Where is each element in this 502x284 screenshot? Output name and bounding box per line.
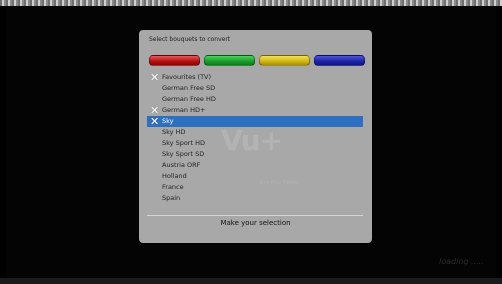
bouquet-row[interactable]: ✕ Favourites (TV) xyxy=(147,72,363,83)
bouquet-row[interactable]: Austria ORF xyxy=(147,160,363,171)
bouquet-selection-dialog: Select bouquets to convert Vu+ Vu+ Plus … xyxy=(139,30,372,243)
bouquet-label: Sky Sport HD xyxy=(162,139,205,147)
loading-status: loading ..... xyxy=(439,257,484,266)
bouquet-row[interactable]: Sky HD xyxy=(147,127,363,138)
bouquet-row[interactable]: German Free SD xyxy=(147,83,363,94)
bouquet-label: Sky Sport SD xyxy=(162,150,205,158)
bouquet-row[interactable]: ✕ German HD+ xyxy=(147,105,363,116)
footer-hint: Make your selection xyxy=(220,219,291,227)
dialog-title: Select bouquets to convert xyxy=(149,36,231,43)
yellow-key-button[interactable] xyxy=(259,55,310,66)
bouquet-row[interactable]: ✕ Sky xyxy=(147,116,363,127)
checked-icon: ✕ xyxy=(150,71,160,84)
bouquet-row[interactable]: Sky Sport SD xyxy=(147,149,363,160)
bouquet-row[interactable]: Sky Sport HD xyxy=(147,138,363,149)
blue-key-button[interactable] xyxy=(314,55,365,66)
checked-icon: ✕ xyxy=(150,115,160,128)
red-key-button[interactable] xyxy=(149,55,200,66)
bouquet-label: German Free HD xyxy=(162,95,216,103)
bouquet-label: German Free SD xyxy=(162,84,216,92)
bouquet-row[interactable]: Spain xyxy=(147,193,363,204)
bouquet-label: Favourites (TV) xyxy=(162,73,212,81)
bouquet-label: Holland xyxy=(162,172,187,180)
bouquet-label: Sky HD xyxy=(162,128,186,136)
bouquet-label: German HD+ xyxy=(162,106,206,114)
color-keys xyxy=(149,55,372,66)
bouquet-row[interactable]: France xyxy=(147,182,363,193)
bouquet-label: Spain xyxy=(162,194,181,202)
bouquet-label: Sky xyxy=(162,117,174,125)
footer-divider xyxy=(147,215,363,216)
bouquet-row[interactable]: Holland xyxy=(147,171,363,182)
bouquet-list: ✕ Favourites (TV) German Free SD German Fre… xyxy=(147,72,363,204)
bottom-border xyxy=(0,278,502,284)
bouquet-label: France xyxy=(162,183,184,191)
bouquet-row[interactable]: German Free HD xyxy=(147,94,363,105)
bouquet-label: Austria ORF xyxy=(162,161,201,169)
green-key-button[interactable] xyxy=(204,55,255,66)
